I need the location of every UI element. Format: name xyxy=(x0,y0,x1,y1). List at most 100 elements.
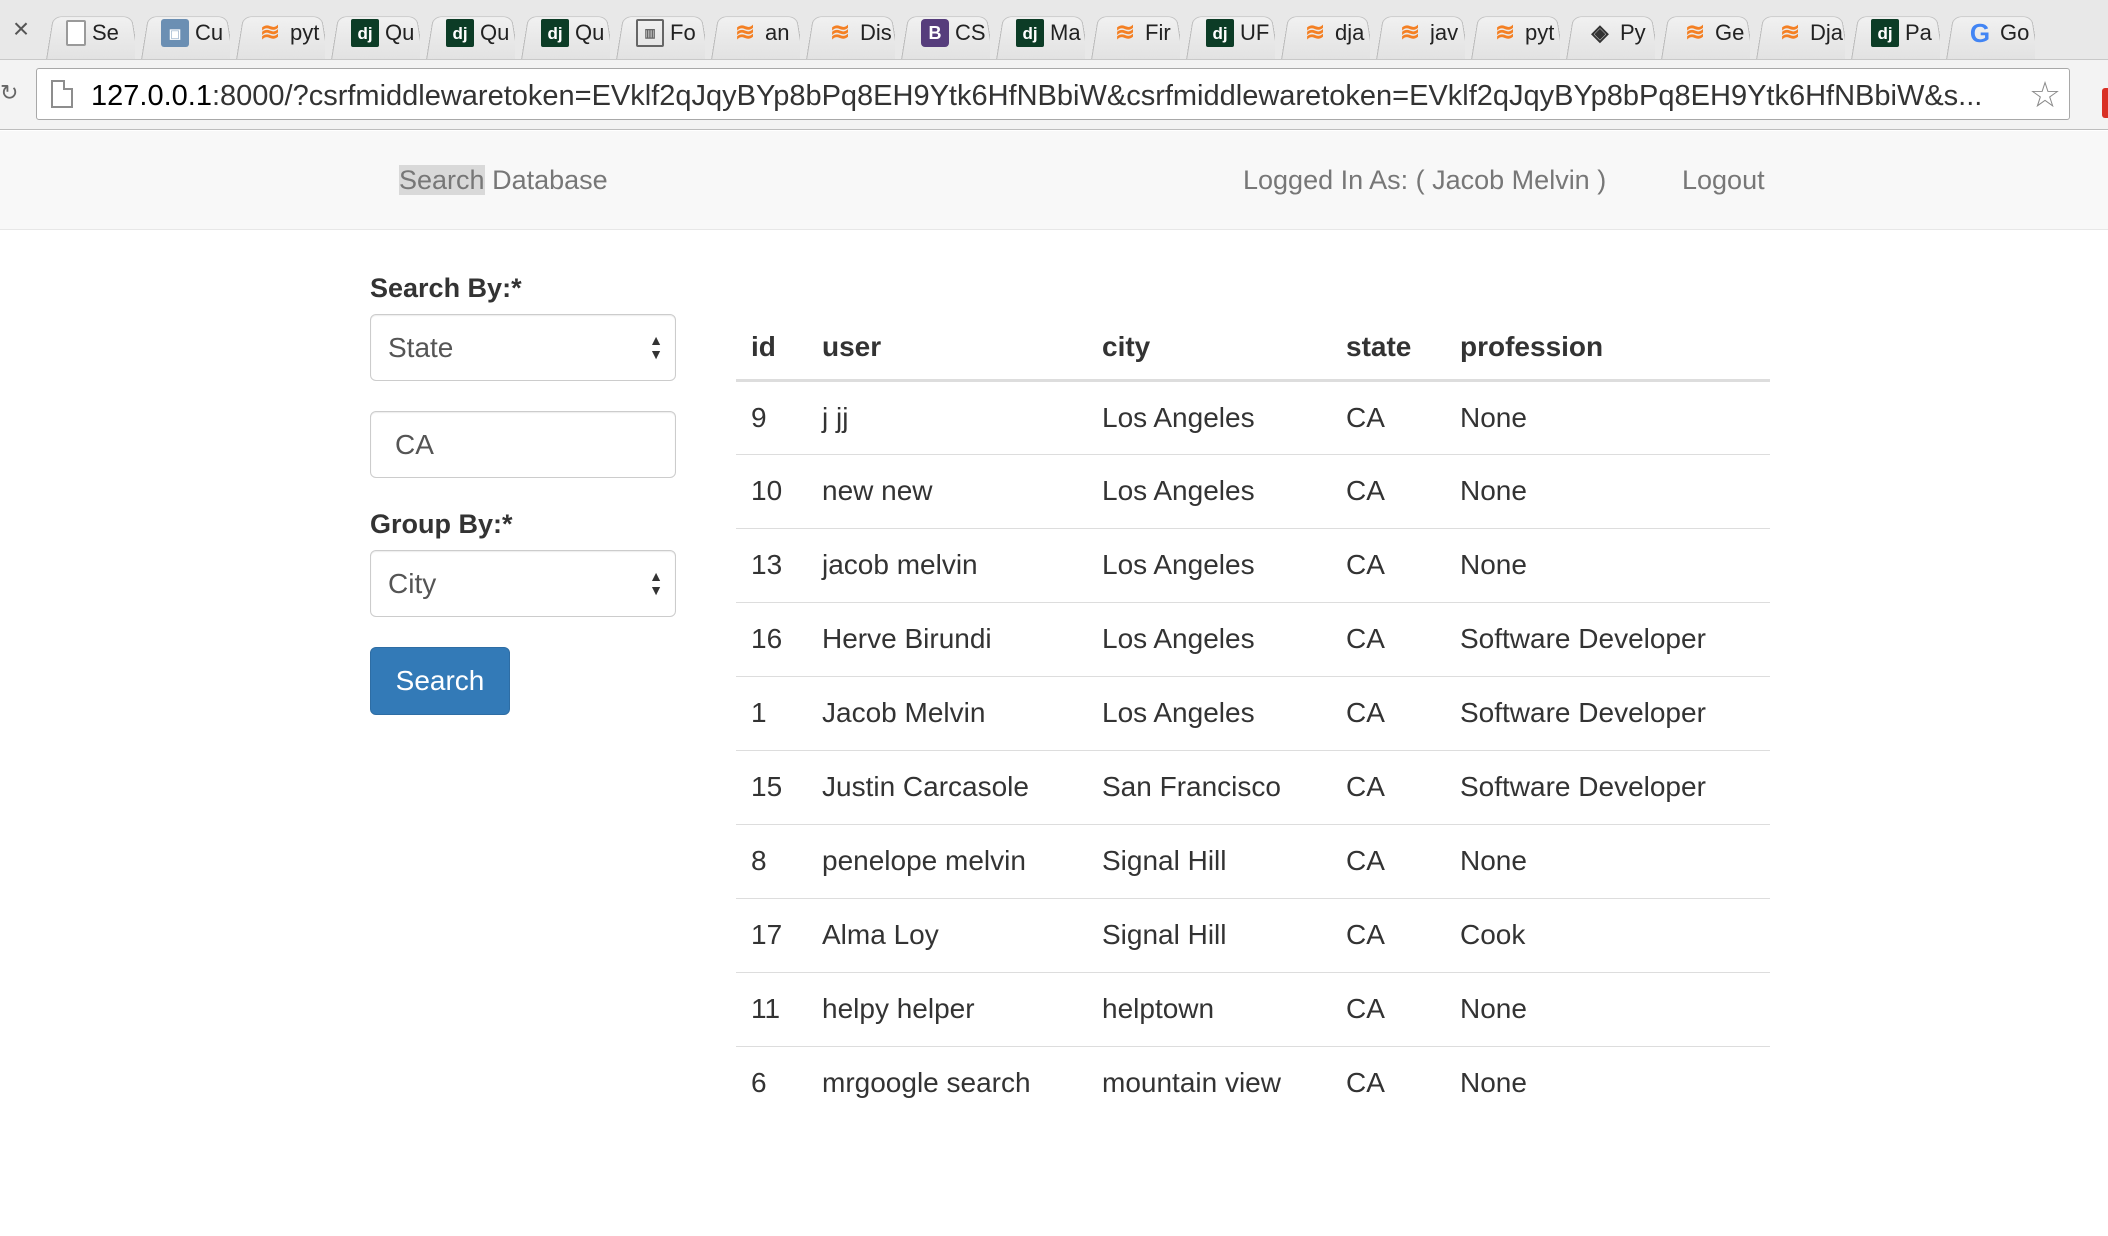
column-header-user: user xyxy=(807,316,1087,382)
url-host: 127.0.0.1 xyxy=(91,80,212,112)
browser-tab[interactable]: ◈ Py xyxy=(1560,6,1655,59)
cell-id: 13 xyxy=(736,528,807,603)
cell-profession: None xyxy=(1445,972,1770,1047)
tab-list: Se ▣ Cu ≋ pyt dj Qu dj Qu dj Qu ▥ Fo ≋ an ≋ Dis B CS dj Ma ≋ F… xyxy=(40,6,2035,59)
column-header-city: city xyxy=(1087,316,1331,382)
cell-city: Los Angeles xyxy=(1087,676,1331,751)
browser-tab[interactable]: ▣ Cu xyxy=(135,6,230,59)
table-row: 13 jacob melvin Los Angeles CA None xyxy=(736,528,1770,603)
cell-state: CA xyxy=(1331,454,1445,529)
search-by-select[interactable]: State ▲ ▼ xyxy=(370,314,676,381)
cell-profession: Software Developer xyxy=(1445,602,1770,677)
reload-icon[interactable]: ↻ xyxy=(0,80,18,110)
browser-tab[interactable]: G Go xyxy=(1940,6,2035,59)
close-tab-icon[interactable]: × xyxy=(8,14,34,44)
cell-profession: None xyxy=(1445,824,1770,899)
extension-icon[interactable] xyxy=(2102,88,2108,118)
group-by-label: Group By:* xyxy=(370,509,513,539)
cell-profession: None xyxy=(1445,528,1770,603)
stackoverflow-icon: ≋ xyxy=(1494,19,1516,46)
cell-city: helptown xyxy=(1087,972,1331,1047)
bookmark-star-icon[interactable]: ☆ xyxy=(2025,75,2065,115)
browser-tab[interactable]: ≋ Dja xyxy=(1750,6,1845,59)
django-icon: dj xyxy=(1016,19,1044,47)
cell-user: Jacob Melvin xyxy=(807,676,1087,751)
cell-user: mrgoogle search xyxy=(822,1067,1031,1099)
cell-id: 15 xyxy=(736,750,807,825)
navbar-brand[interactable]: Search Database xyxy=(399,162,608,198)
browser-tab[interactable]: dj Pa xyxy=(1845,6,1940,59)
cell-id: 11 xyxy=(736,972,807,1047)
tab-label: Qu xyxy=(385,20,415,45)
stackoverflow-icon: ≋ xyxy=(1779,19,1801,46)
stackoverflow-icon: ≋ xyxy=(1399,19,1421,46)
search-form: Search By:* State ▲▼ Group By:* City ▲▼ … xyxy=(370,270,676,715)
browser-tab[interactable]: ≋ pyt xyxy=(1465,6,1560,59)
cell-city: Signal Hill xyxy=(1087,824,1331,899)
results-table: id user city state profession 9j jj Los A… xyxy=(736,316,1770,1120)
search-button[interactable]: Search xyxy=(370,647,510,715)
tab-label: UF xyxy=(1240,20,1270,45)
document-icon xyxy=(66,20,86,46)
tab-label: Se xyxy=(92,20,119,45)
browser-tab[interactable]: ≋ Fir xyxy=(1085,6,1180,59)
tab-label: Fo xyxy=(670,20,696,45)
django-icon: dj xyxy=(351,19,379,47)
browser-tab-strip: × Se ▣ Cu ≋ pyt dj Qu dj Qu dj Qu ▥ Fo ≋ an ≋ Dis B CS dj Ma… xyxy=(0,0,2108,60)
url-text[interactable]: 127.0.0.1:8000/?csrfmiddlewaretoken=EVkl… xyxy=(91,79,2031,113)
column-header-id: id xyxy=(736,316,807,382)
page-icon xyxy=(51,80,73,108)
tab-label: dja xyxy=(1335,20,1365,45)
search-by-selected-value: State xyxy=(388,332,454,363)
browser-tab[interactable]: Se xyxy=(40,6,135,59)
tab-label: Qu xyxy=(575,20,605,45)
cell-id: 6 xyxy=(751,1067,767,1099)
stackoverflow-icon: ≋ xyxy=(1684,19,1706,46)
cell-city: Los Angeles xyxy=(1087,454,1331,529)
select-arrows-icon: ▲ ▼ xyxy=(649,332,663,362)
tab-label: Py xyxy=(1620,20,1646,45)
browser-tab[interactable]: dj Ma xyxy=(990,6,1085,59)
browser-tab[interactable]: dj Qu xyxy=(325,6,420,59)
tab-label: Cu xyxy=(195,20,224,45)
cell-state: CA xyxy=(1331,972,1445,1047)
browser-tab[interactable]: dj UF xyxy=(1180,6,1275,59)
django-icon: dj xyxy=(446,19,474,47)
cell-user: Herve Birundi xyxy=(807,602,1087,677)
cell-city: Los Angeles xyxy=(1087,602,1331,677)
browser-tab[interactable]: ≋ an xyxy=(705,6,800,59)
browser-tab[interactable]: ≋ pyt xyxy=(230,6,325,59)
browser-tab[interactable]: dj Qu xyxy=(420,6,515,59)
cu-favicon-icon: ▣ xyxy=(161,19,189,47)
cell-profession: Cook xyxy=(1445,898,1770,973)
browser-tab[interactable]: ≋ dja xyxy=(1275,6,1370,59)
group-by-select[interactable]: City ▲ ▼ xyxy=(370,550,676,617)
search-query-input[interactable] xyxy=(370,411,676,478)
cell-id: 8 xyxy=(736,824,807,899)
browser-tab[interactable]: ≋ jav xyxy=(1370,6,1465,59)
tab-label: pyt xyxy=(290,20,320,45)
stackoverflow-icon: ≋ xyxy=(259,19,281,46)
django-icon: dj xyxy=(1206,19,1234,47)
pycharm-icon: ◈ xyxy=(1591,20,1609,45)
table-row: 8 penelope melvin Signal Hill CA None xyxy=(736,824,1770,899)
browser-tab[interactable]: ▥ Fo xyxy=(610,6,705,59)
browser-tab[interactable]: ≋ Dis xyxy=(800,6,895,59)
logout-link[interactable]: Logout xyxy=(1682,162,1765,198)
tab-label: Dis xyxy=(860,20,892,45)
cell-id: 9 xyxy=(736,380,807,455)
address-bar[interactable]: 127.0.0.1:8000/?csrfmiddlewaretoken=EVkl… xyxy=(36,68,2070,120)
browser-tab[interactable]: B CS xyxy=(895,6,990,59)
tab-label: Go xyxy=(2000,20,2030,45)
cell-state: CA xyxy=(1331,750,1445,825)
browser-tab[interactable]: ≋ Ge xyxy=(1655,6,1750,59)
google-icon: G xyxy=(1969,18,1991,48)
browser-tab[interactable]: dj Qu xyxy=(515,6,610,59)
cell-user: j jj xyxy=(807,380,1087,455)
table-row: 10 new new Los Angeles CA None xyxy=(736,454,1770,529)
cell-user: Alma Loy xyxy=(807,898,1087,973)
cell-user: new new xyxy=(807,454,1087,529)
column-header-state: state xyxy=(1331,316,1445,382)
stackoverflow-icon: ≋ xyxy=(1114,19,1136,46)
brand-search-word: Search xyxy=(399,165,485,195)
